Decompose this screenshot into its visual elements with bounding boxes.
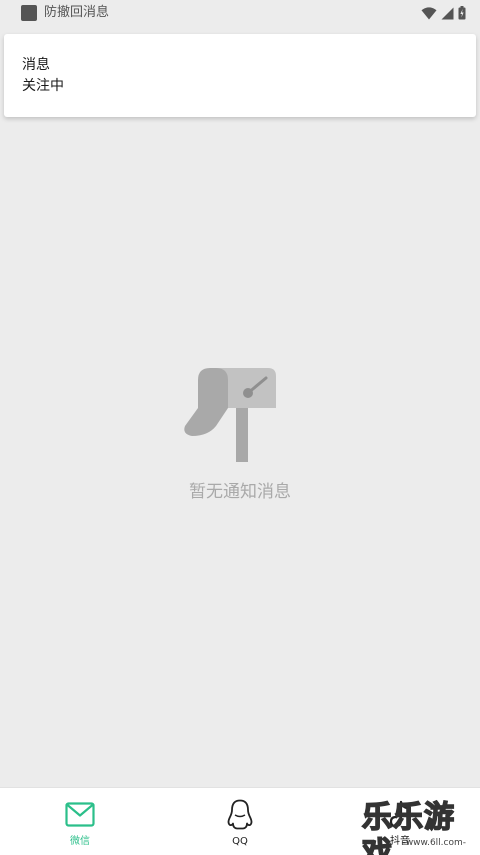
nav-label-wechat: 微信	[70, 836, 90, 847]
nav-item-qq[interactable]: QQ	[160, 788, 320, 855]
mailbox-icon	[180, 364, 280, 464]
nav-label-douyin: 抖音	[390, 836, 410, 847]
wifi-icon	[421, 6, 437, 20]
battery-icon	[458, 6, 466, 20]
status-icons	[421, 5, 466, 21]
tiktok-icon	[385, 800, 415, 830]
signal-icon	[441, 7, 454, 20]
notification-line-1: 消息	[22, 57, 50, 73]
empty-state-text: 暂无通知消息	[189, 482, 291, 502]
status-bar: 防撤回消息	[0, 0, 480, 26]
nav-label-qq: QQ	[232, 836, 248, 847]
qq-penguin-icon	[225, 799, 255, 830]
status-bar-title: 防撤回消息	[44, 5, 110, 20]
notification-card[interactable]: 消息 关注中	[4, 34, 476, 117]
app-icon	[21, 5, 37, 21]
notification-line-2: 关注中	[22, 78, 64, 94]
bottom-nav: 微信 QQ 抖音	[0, 787, 480, 855]
nav-item-wechat[interactable]: 微信	[0, 788, 160, 855]
mail-icon	[65, 800, 95, 830]
nav-item-douyin[interactable]: 抖音	[320, 788, 480, 855]
